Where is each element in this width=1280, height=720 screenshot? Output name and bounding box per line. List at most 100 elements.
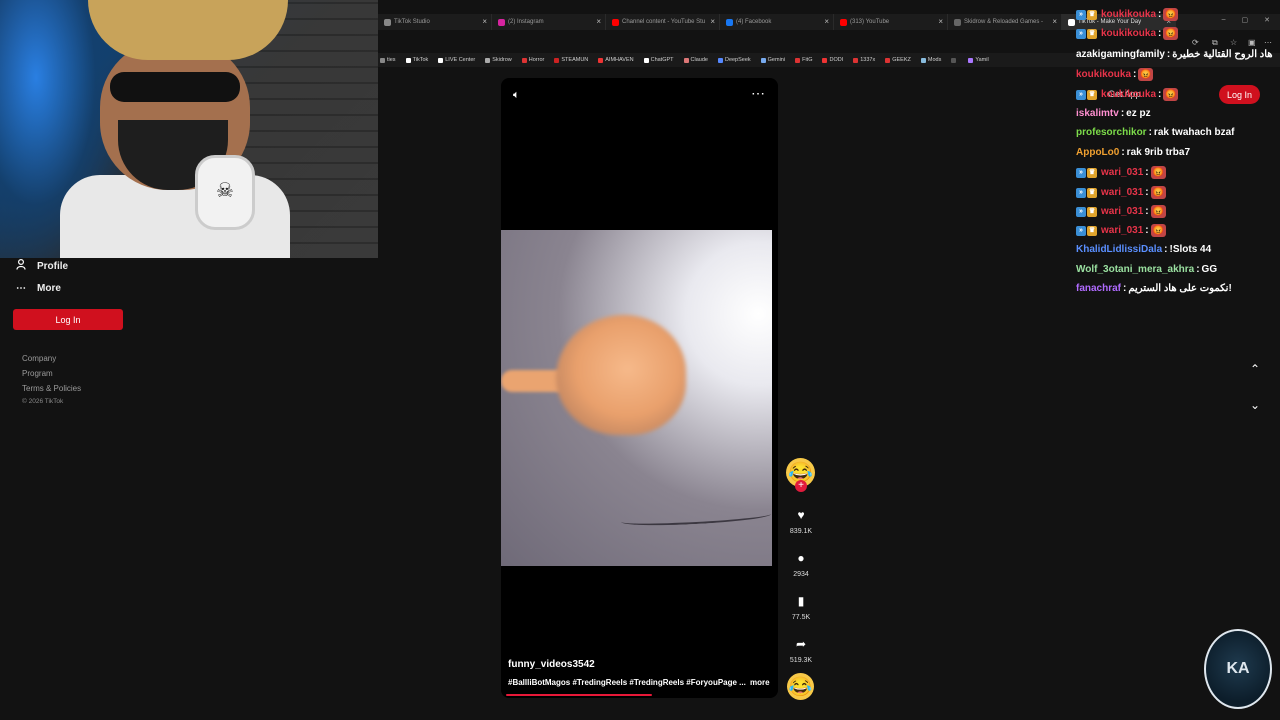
chat-message: profesorchikor : rak twahach bzaf: [1076, 127, 1235, 138]
chat-username[interactable]: koukikouka: [1101, 9, 1156, 20]
creator-avatar[interactable]: 😂 +: [786, 458, 815, 492]
sidebar-login-button[interactable]: Log In: [13, 309, 123, 330]
close-window-icon[interactable]: ✕: [1264, 16, 1270, 24]
tab-close-icon[interactable]: ×: [482, 17, 487, 26]
tab-close-icon[interactable]: ×: [824, 17, 829, 26]
chat-username[interactable]: koukikouka: [1101, 28, 1156, 39]
comment-button[interactable]: ● 2934: [786, 551, 816, 578]
bookmark-item[interactable]: ChatGPT: [643, 57, 674, 63]
bookmark-item[interactable]: DeepSeek: [717, 57, 751, 63]
chat-username[interactable]: Wolf_3otani_mera_akhra: [1076, 264, 1194, 275]
bookmark-item[interactable]: Skidrow: [485, 57, 512, 63]
minimize-icon[interactable]: –: [1222, 16, 1226, 24]
chat-badges: » ♛: [1076, 89, 1097, 100]
prime-badge-icon: »: [1076, 28, 1086, 39]
more-description-link[interactable]: more: [750, 678, 770, 687]
collections-icon[interactable]: ▣: [1248, 38, 1256, 47]
video-hashtags[interactable]: #BallliBotMagos #TredingReels #TredingRe…: [508, 678, 746, 687]
bookmark-item[interactable]: AIMHAVEN: [598, 57, 634, 63]
bookmark-favicon-icon: [683, 57, 689, 63]
extensions-icon[interactable]: ⧉: [1212, 38, 1218, 48]
bookmark-item[interactable]: LIVE Center: [438, 57, 475, 63]
browser-tab[interactable]: (313) YouTube ×: [834, 14, 948, 30]
bookmark-item[interactable]: 1337x: [853, 57, 875, 63]
follow-plus-icon[interactable]: +: [795, 480, 807, 492]
comment-count: 2934: [793, 571, 809, 578]
tab-close-icon[interactable]: ×: [710, 17, 715, 26]
sidebar-item-profile[interactable]: Profile: [16, 258, 69, 273]
more-options-icon[interactable]: ⋯: [751, 85, 766, 102]
footer-link-program[interactable]: Program: [22, 369, 53, 378]
bookmark-item[interactable]: Gemini: [760, 57, 785, 63]
refresh-icon[interactable]: ⟳: [1192, 38, 1199, 47]
sidebar-item-more[interactable]: ⋯ More: [16, 283, 61, 294]
crown-badge-icon: ♛: [1087, 206, 1097, 217]
previous-video-arrow-icon[interactable]: ⌃: [1250, 362, 1260, 376]
bookmark-item[interactable]: FitG: [795, 57, 812, 63]
bookmark-item[interactable]: STEAMUN: [554, 57, 588, 63]
crown-badge-icon: ♛: [1087, 225, 1097, 236]
chat-username[interactable]: wari_031: [1101, 167, 1143, 178]
bookmark-item[interactable]: [951, 57, 958, 63]
chat-username[interactable]: profesorchikor: [1076, 127, 1147, 138]
tab-title: (4) Facebook: [736, 19, 772, 25]
bookmark-favicon-icon: [760, 57, 766, 63]
next-video-arrow-icon[interactable]: ⌄: [1250, 398, 1260, 412]
bookmark-item[interactable]: ties: [380, 57, 396, 63]
like-button[interactable]: ♥ 839.1K: [786, 508, 816, 535]
chat-separator: :: [1196, 264, 1200, 275]
chat-username[interactable]: azakigamingfamily: [1076, 49, 1165, 60]
browser-tab[interactable]: Channel content - YouTube Stu ×: [606, 14, 720, 30]
chat-username[interactable]: koukikouka: [1101, 89, 1156, 100]
chat-message: KhalidLidlissiDala : !Slots 44: [1076, 244, 1211, 255]
music-disc-icon[interactable]: 😂: [787, 673, 814, 700]
volume-icon[interactable]: 🔈︎: [513, 89, 520, 102]
video-progress-bar[interactable]: [506, 694, 653, 696]
chat-username[interactable]: KhalidLidlissiDala: [1076, 244, 1162, 255]
chat-username[interactable]: fanachraf: [1076, 283, 1121, 294]
chat-separator: :: [1158, 9, 1162, 20]
tab-close-icon[interactable]: ×: [938, 17, 943, 26]
prime-badge-icon: »: [1076, 167, 1086, 178]
chat-username[interactable]: koukikouka: [1076, 69, 1131, 80]
chat-username[interactable]: AppoLo0: [1076, 147, 1119, 158]
share-button[interactable]: ➦ 519.3K: [786, 637, 816, 664]
browser-tab[interactable]: (2) Instagram ×: [492, 14, 606, 30]
maximize-icon[interactable]: ▢: [1242, 16, 1249, 24]
bookmark-item[interactable]: Mods: [920, 57, 942, 63]
chat-username[interactable]: wari_031: [1101, 225, 1143, 236]
chat-username[interactable]: iskalimtv: [1076, 108, 1119, 119]
tab-close-icon[interactable]: ×: [1052, 17, 1057, 26]
bookmark-item[interactable]: Yamil: [968, 57, 989, 63]
crown-badge-icon: ♛: [1087, 187, 1097, 198]
tab-close-icon[interactable]: ×: [596, 17, 601, 26]
crown-badge-icon: ♛: [1087, 9, 1097, 20]
chat-separator: :: [1164, 244, 1168, 255]
bookmark-item[interactable]: TikTok: [405, 57, 428, 63]
chat-emote-icon: 😡: [1150, 186, 1166, 199]
browser-tab[interactable]: (4) Facebook ×: [720, 14, 834, 30]
footer-link-company[interactable]: Company: [22, 354, 56, 363]
browser-menu-icon[interactable]: ⋯: [1264, 38, 1272, 47]
header-login-button[interactable]: Log In: [1219, 85, 1260, 104]
chat-text: GG: [1201, 264, 1218, 275]
video-frame[interactable]: [501, 230, 772, 566]
cat-image: [556, 315, 686, 435]
footer-link-terms[interactable]: Terms & Policies: [22, 384, 81, 393]
video-player[interactable]: 🔈︎ ⋯ funny_videos3542 #BallliBotMagos #T…: [501, 78, 778, 698]
bookmark-item[interactable]: Horror: [521, 57, 544, 63]
save-button[interactable]: ▮ 77.5K: [786, 594, 816, 621]
chat-username[interactable]: wari_031: [1101, 187, 1143, 198]
bookmark-label: Mods: [927, 57, 942, 63]
sidebar-item-label: Profile: [37, 260, 69, 272]
bookmark-item[interactable]: GEEKZ: [885, 57, 911, 63]
bookmark-item[interactable]: DODI: [822, 57, 843, 63]
chat-username[interactable]: wari_031: [1101, 206, 1143, 217]
browser-tab[interactable]: TikTok Studio ×: [378, 14, 492, 30]
browser-tab[interactable]: Skidrow & Reloaded Games - ×: [948, 14, 1062, 30]
video-username[interactable]: funny_videos3542: [508, 659, 595, 670]
bookmark-item[interactable]: Claude: [683, 57, 708, 63]
chat-text: !Slots 44: [1169, 244, 1212, 255]
favorites-star-icon[interactable]: ☆: [1230, 38, 1237, 47]
tab-favicon-icon: [384, 18, 391, 26]
